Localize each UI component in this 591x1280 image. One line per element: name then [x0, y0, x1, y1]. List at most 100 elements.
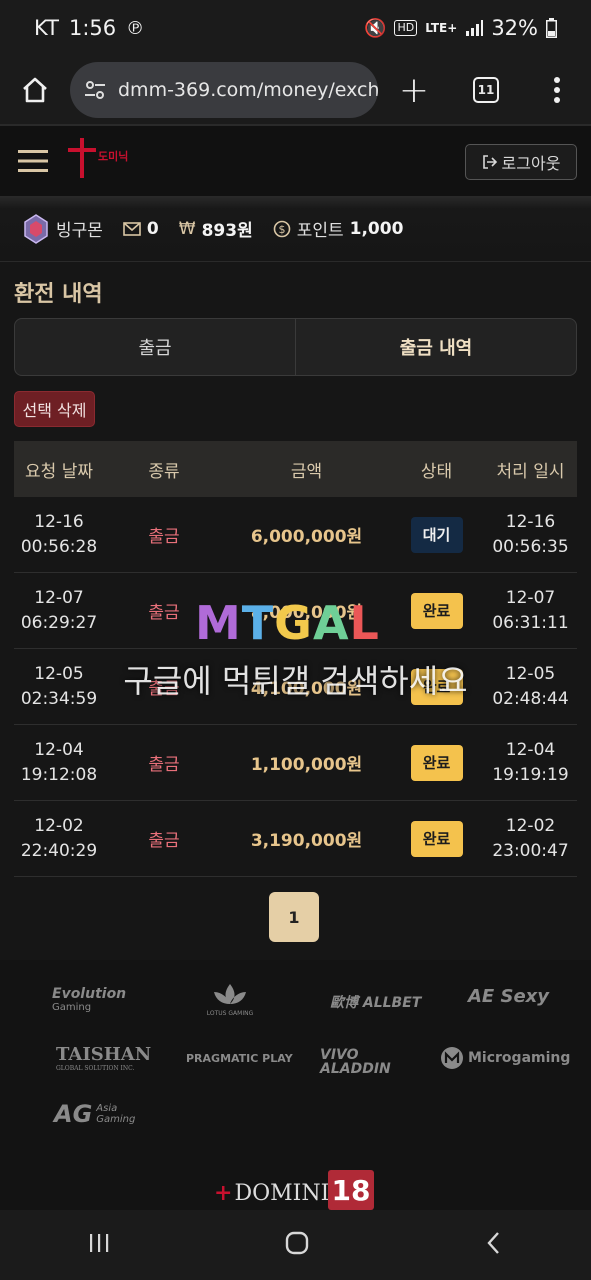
location-icon: ℗	[126, 17, 145, 39]
exchange-tabs: 출금 출금 내역	[14, 318, 577, 376]
url-text: dmm-369.com/money/exchange	[118, 79, 378, 101]
logout-button[interactable]: 로그아웃	[465, 144, 577, 180]
footer-logo: +DOMINIC	[214, 1180, 347, 1206]
age-restriction-badge: 18	[328, 1170, 374, 1210]
back-button[interactable]	[484, 1230, 504, 1260]
status-badge: 완료	[410, 592, 463, 629]
home-button[interactable]	[0, 56, 70, 124]
col-request-date: 요청 날짜	[25, 461, 93, 482]
tab-withdraw-history[interactable]: 출금 내역	[295, 319, 576, 375]
amount: 3,190,000원	[250, 831, 363, 851]
provider-taishan-logo: TAISHAN GLOBAL SOLUTION INC.	[56, 1044, 152, 1072]
tab-switcher-button[interactable]: 11	[450, 56, 522, 124]
processed-time: 19:19:19	[492, 764, 569, 785]
plus-icon: +	[398, 69, 430, 111]
message-count[interactable]: 0	[147, 219, 159, 239]
battery-percent: 32%	[491, 16, 538, 40]
logo-text: 도미닉	[98, 150, 129, 163]
provider-aesexy-logo: AE Sexy	[468, 986, 550, 1007]
balance-value: 893원	[201, 221, 253, 241]
watermark-text: 구글에 먹튀갤 검색하세요	[123, 662, 468, 700]
new-tab-button[interactable]: +	[378, 56, 450, 124]
microgaming-icon	[441, 1047, 463, 1069]
request-date: 12-04	[34, 739, 84, 760]
home-nav-button[interactable]	[284, 1230, 310, 1260]
battery-icon	[546, 18, 557, 38]
level-badge-icon	[24, 213, 48, 244]
col-kind: 종류	[148, 461, 180, 482]
svg-text:$: $	[278, 223, 285, 236]
site-logo[interactable]: 도미닉	[66, 136, 146, 186]
user-info-bar: 빙구몬 0 ₩ 893원 $ 포인트 1,000	[0, 196, 591, 262]
carrier-label: KT	[34, 16, 59, 40]
col-status: 상태	[420, 461, 453, 482]
table-row[interactable]: 12-16 00:56:28 출금 6,000,000원 대기 12-16 00:5…	[14, 497, 577, 573]
status-badge: 완료	[410, 820, 463, 857]
provider-ag-logo: AG Asia Gaming	[54, 1100, 136, 1128]
request-date: 12-07	[34, 587, 84, 608]
won-icon: ₩	[178, 218, 196, 239]
home-icon	[23, 77, 47, 103]
url-bar[interactable]: dmm-369.com/money/exchange	[70, 62, 378, 118]
page-button-1[interactable]: 1	[269, 892, 319, 942]
hd-voice-icon: HD	[394, 20, 418, 36]
col-processed-date: 처리 일시	[496, 461, 565, 482]
request-date: 12-02	[34, 815, 84, 836]
footer-logo-cross: +	[214, 1180, 233, 1206]
system-navigation-bar	[0, 1210, 591, 1280]
signal-icon	[466, 20, 484, 36]
processed-date: 12-07	[505, 587, 556, 608]
kind: 출금	[148, 831, 180, 851]
table-row[interactable]: 12-04 19:12:08 출금 1,100,000원 완료 12-04 19:1…	[14, 725, 577, 801]
tab-count: 11	[473, 77, 499, 103]
amount: 1,100,000원	[250, 755, 363, 775]
tab-withdraw[interactable]: 출금	[15, 319, 295, 375]
status-badge: 완료	[410, 744, 463, 781]
recent-apps-button[interactable]	[87, 1231, 111, 1259]
mute-icon: 🔇	[364, 17, 387, 39]
status-bar: KT 1:56 ℗ 🔇 HD LTE+ 32%	[0, 0, 591, 56]
provider-lotus-logo: LOTUS GAMING	[198, 982, 262, 1017]
processed-date: 12-02	[505, 815, 556, 836]
kind: 출금	[148, 755, 180, 775]
site-header: 도미닉 로그아웃	[0, 124, 591, 196]
processed-time: 23:00:47	[492, 840, 569, 861]
more-vert-icon	[553, 77, 560, 103]
provider-evolution-logo: Evolution Gaming	[52, 986, 127, 1013]
points-value: 1,000	[349, 218, 404, 239]
browser-menu-button[interactable]	[522, 56, 591, 124]
watermark-logo: MTGAL	[195, 596, 380, 650]
username: 빙구몬	[56, 221, 103, 241]
col-amount: 금액	[290, 461, 323, 482]
lte-icon: LTE+	[425, 21, 458, 35]
processed-time: 00:56:35	[492, 536, 569, 557]
recent-apps-icon	[89, 1234, 109, 1252]
delete-selected-button[interactable]: 선택 삭제	[14, 391, 95, 427]
provider-allbet-logo: 歐博 ALLBET	[330, 995, 422, 1011]
home-circle-icon	[286, 1231, 309, 1255]
points-label: 포인트	[296, 221, 344, 241]
footer: Evolution Gaming LOTUS GAMING 歐博 ALLBET …	[0, 960, 591, 1210]
provider-microgaming-logo: Microgaming	[440, 1046, 570, 1070]
request-time: 00:56:28	[20, 536, 98, 557]
browser-toolbar: dmm-369.com/money/exchange + 11	[0, 56, 591, 124]
request-date: 12-16	[34, 511, 84, 532]
request-time: 22:40:29	[20, 840, 98, 861]
menu-button[interactable]	[0, 125, 66, 197]
hamburger-icon	[18, 150, 48, 172]
processed-time: 06:31:11	[492, 612, 569, 633]
provider-vivo-logo: VIVO ALADDIN	[320, 1047, 391, 1077]
site-settings-icon[interactable]	[84, 79, 106, 101]
logout-icon	[482, 155, 497, 169]
clock: 1:56	[68, 16, 117, 40]
processed-date: 12-16	[505, 511, 556, 532]
lotus-icon	[214, 984, 246, 1004]
page-title: 환전 내역	[14, 282, 103, 307]
request-time: 19:12:08	[20, 764, 98, 785]
mail-icon[interactable]	[123, 221, 141, 236]
amount: 6,000,000원	[250, 527, 363, 547]
request-time: 06:29:27	[20, 612, 98, 633]
point-coin-icon: $	[273, 220, 291, 237]
table-row[interactable]: 12-02 22:40:29 출금 3,190,000원 완료 12-02 23:0…	[14, 801, 577, 877]
logout-label: 로그아웃	[501, 154, 561, 173]
